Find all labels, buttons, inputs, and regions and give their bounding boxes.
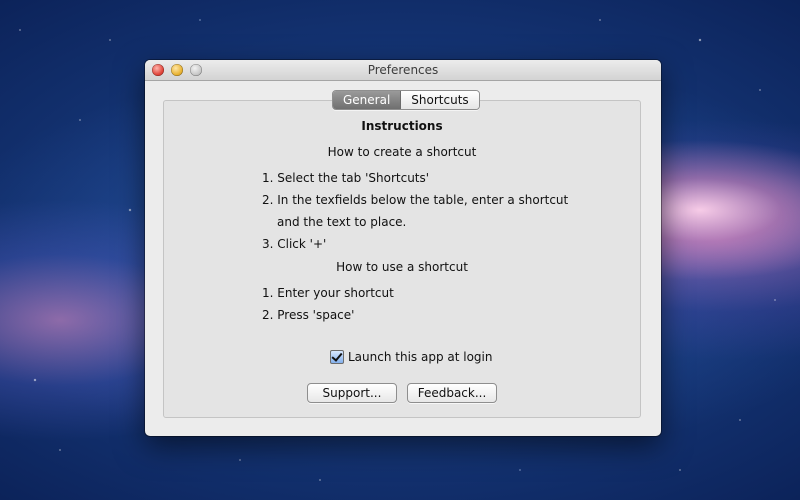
feedback-button[interactable]: Feedback... — [407, 383, 497, 403]
launch-at-login-label: Launch this app at login — [348, 350, 493, 364]
use-step-1: 1. Enter your shortcut — [262, 286, 394, 300]
use-step-2: 2. Press 'space' — [262, 308, 355, 322]
close-window-button[interactable] — [152, 64, 164, 76]
tab-shortcuts[interactable]: Shortcuts — [401, 91, 479, 109]
support-button[interactable]: Support... — [307, 383, 397, 403]
tab-bar: General Shortcuts — [332, 90, 480, 110]
create-step-3: 3. Click '+' — [262, 237, 327, 251]
use-shortcut-title: How to use a shortcut — [336, 260, 468, 274]
window-title: Preferences — [367, 63, 439, 77]
create-shortcut-title: How to create a shortcut — [327, 145, 477, 159]
general-panel: Instructions How to create a shortcut 1.… — [163, 100, 641, 418]
create-step-2-continued: and the text to place. — [277, 215, 407, 229]
zoom-window-button[interactable] — [190, 64, 202, 76]
create-step-2: 2. In the texfields below the table, ent… — [262, 193, 569, 207]
launch-at-login-checkbox[interactable] — [330, 350, 344, 364]
minimize-window-button[interactable] — [171, 64, 183, 76]
instructions-heading: Instructions — [361, 119, 443, 133]
title-bar: Preferences — [145, 60, 661, 81]
preferences-window: Preferences General Shortcuts Instructio… — [145, 60, 661, 436]
launch-at-login-option[interactable]: Launch this app at login — [330, 350, 493, 364]
create-step-1: 1. Select the tab 'Shortcuts' — [262, 171, 430, 185]
tab-general[interactable]: General — [333, 91, 402, 109]
